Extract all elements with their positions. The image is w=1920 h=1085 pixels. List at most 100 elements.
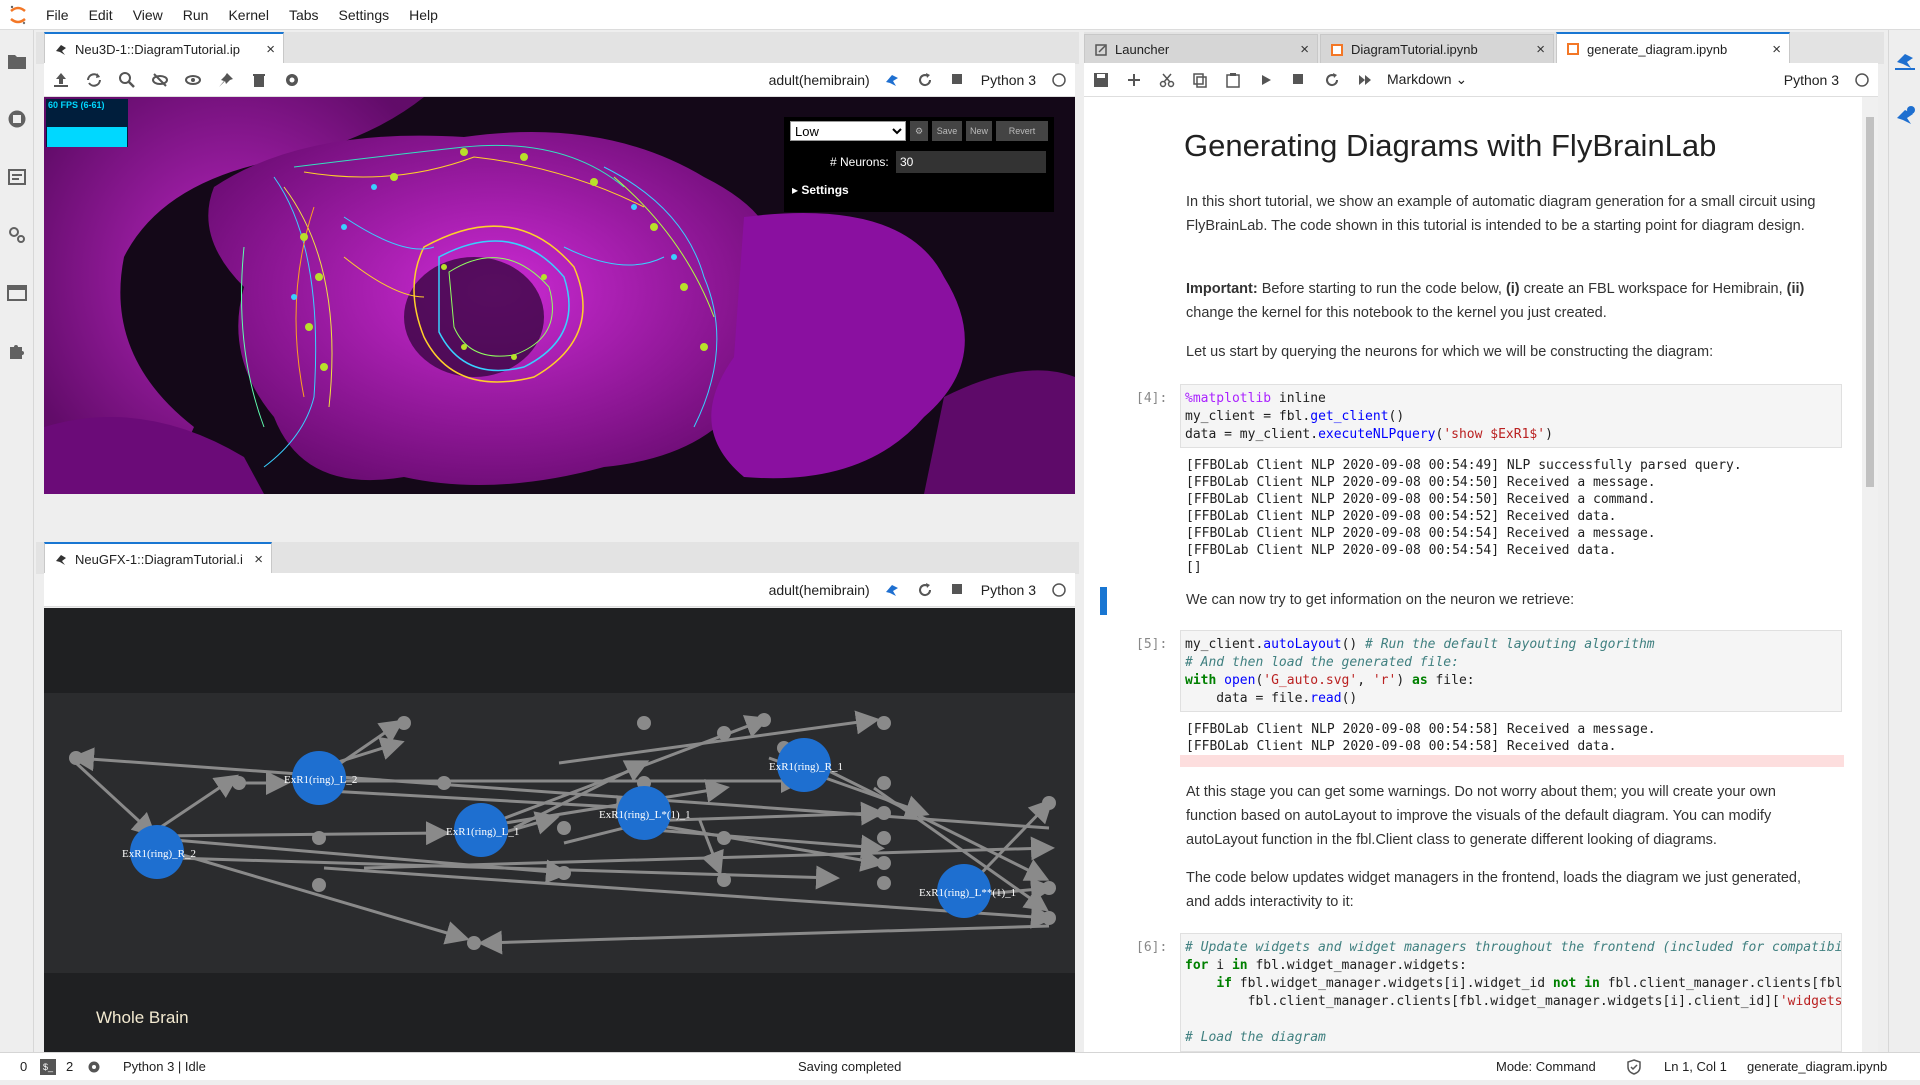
- revert-button[interactable]: Revert: [996, 121, 1048, 141]
- settings-label: Settings: [801, 183, 849, 197]
- important-text: Before starting to run the code below,: [1257, 281, 1506, 297]
- fast-forward-icon[interactable]: [1348, 63, 1381, 97]
- menu-help[interactable]: Help: [399, 0, 448, 30]
- close-icon[interactable]: ×: [1536, 41, 1545, 58]
- node-label[interactable]: ExR1(ring)_L_1: [446, 826, 519, 838]
- update-paragraph: The code below updates widget managers i…: [1186, 870, 1802, 910]
- file-name: generate_diagram.ipynb: [1747, 1059, 1888, 1074]
- code-cell[interactable]: %matplotlib inline my_client = fbl.get_c…: [1180, 384, 1842, 448]
- menu-edit[interactable]: Edit: [79, 0, 123, 30]
- tab-launcher[interactable]: Launcher ×: [1084, 34, 1318, 64]
- fps-monitor: 60 FPS (6-61): [46, 99, 128, 147]
- node-label[interactable]: ExR1(ring)_R_2: [122, 848, 196, 860]
- code-cell[interactable]: # Update widgets and widget managers thr…: [1180, 933, 1842, 1052]
- show-icon[interactable]: [176, 63, 209, 97]
- menu-file[interactable]: File: [36, 0, 79, 30]
- refresh-icon[interactable]: [77, 63, 110, 97]
- node-label[interactable]: ExR1(ring)_L**(1)_1: [919, 887, 1016, 899]
- upload-icon[interactable]: [44, 63, 77, 97]
- status-bar: 0 $_ 2 Python 3 | Idle Saving completed …: [0, 1052, 1920, 1080]
- lod-select[interactable]: Low: [790, 121, 906, 141]
- kernel-status-text[interactable]: Python 3 | Idle: [123, 1053, 206, 1081]
- fbl-fly-icon[interactable]: [876, 63, 909, 97]
- tab-neugfx[interactable]: NeuGFX-1::DiagramTutorial.i ×: [44, 542, 272, 574]
- node-label[interactable]: ExR1(ring)_R_1: [769, 761, 843, 773]
- gear-icon[interactable]: ⚙: [910, 121, 928, 141]
- tab-generate-diagram[interactable]: generate_diagram.ipynb ×: [1556, 32, 1790, 64]
- tabs-icon[interactable]: [6, 282, 28, 304]
- cell-output: [FFBOLab Client NLP 2020-09-08 00:54:58]…: [1186, 722, 1656, 754]
- save-icon[interactable]: [1084, 63, 1117, 97]
- neurons-value[interactable]: 30: [896, 151, 1046, 173]
- menu-view[interactable]: View: [123, 0, 173, 30]
- restart-icon[interactable]: [909, 573, 942, 607]
- fbl-info-icon[interactable]: [1893, 104, 1917, 131]
- restart-icon[interactable]: [1315, 63, 1348, 97]
- menu-settings[interactable]: Settings: [329, 0, 400, 30]
- property-inspector-icon[interactable]: [6, 224, 28, 246]
- save-button[interactable]: Save: [932, 121, 962, 141]
- menu-kernel[interactable]: Kernel: [218, 0, 278, 30]
- scrollbar[interactable]: [1862, 97, 1878, 1052]
- shield-icon[interactable]: [1626, 1053, 1642, 1081]
- running-icon[interactable]: [6, 108, 28, 130]
- terminal-icon[interactable]: $_: [40, 1059, 56, 1075]
- stop-icon[interactable]: [942, 63, 975, 97]
- neu3d-viewport[interactable]: 60 FPS (6-61) Low ⚙ Save New Revert # Ne…: [44, 97, 1075, 494]
- neugfx-tabbar: NeuGFX-1::DiagramTutorial.i ×: [36, 542, 1079, 574]
- pin-icon[interactable]: [209, 63, 242, 97]
- stop-icon[interactable]: [942, 573, 975, 607]
- circuit-diagram[interactable]: ExR1(ring)_L_2 ExR1(ring)_R_2 ExR1(ring)…: [44, 608, 1075, 1052]
- extension-icon[interactable]: [6, 340, 28, 362]
- neurons-label: # Neurons:: [830, 155, 889, 169]
- chevron-down-icon: ⌄: [1455, 71, 1468, 87]
- menu-run[interactable]: Run: [173, 0, 219, 30]
- paste-icon[interactable]: [1216, 63, 1249, 97]
- restart-icon[interactable]: [909, 63, 942, 97]
- tab-label: generate_diagram.ipynb: [1587, 41, 1728, 57]
- code-cell[interactable]: my_client.autoLayout() # Run the default…: [1180, 630, 1842, 712]
- add-cell-icon[interactable]: [1117, 63, 1150, 97]
- cursor-position[interactable]: Ln 1, Col 1: [1664, 1053, 1727, 1081]
- terminal-count[interactable]: 0: [20, 1053, 27, 1081]
- hide-icon[interactable]: [143, 63, 176, 97]
- copy-icon[interactable]: [1183, 63, 1216, 97]
- fbl-fly-icon: [53, 41, 69, 57]
- close-icon[interactable]: ×: [1772, 41, 1781, 58]
- trash-icon[interactable]: [242, 63, 275, 97]
- commands-icon[interactable]: [6, 166, 28, 188]
- mode-indicator[interactable]: Mode: Command: [1496, 1053, 1596, 1081]
- stop-icon[interactable]: [1282, 63, 1315, 97]
- fbl-fly-icon[interactable]: [1893, 48, 1917, 75]
- settings-gear-icon[interactable]: [275, 63, 308, 97]
- zoom-icon[interactable]: [110, 63, 143, 97]
- settings-toggle[interactable]: ▸ Settings: [792, 183, 849, 197]
- neugfx-viewport[interactable]: ExR1(ring)_L_2 ExR1(ring)_R_2 ExR1(ring)…: [44, 608, 1075, 1052]
- menu-tabs[interactable]: Tabs: [279, 0, 329, 30]
- left-sidebar: [0, 30, 34, 1052]
- close-icon[interactable]: ×: [1300, 41, 1309, 58]
- close-icon[interactable]: ×: [266, 41, 275, 58]
- node-label[interactable]: ExR1(ring)_L*(1)_1: [599, 809, 691, 821]
- fbl-fly-icon[interactable]: [876, 573, 909, 607]
- kernel-name[interactable]: Python 3: [975, 72, 1042, 88]
- node-label[interactable]: ExR1(ring)_L_2: [284, 774, 357, 786]
- folder-icon[interactable]: [6, 50, 28, 72]
- fbl-fly-icon: [53, 551, 69, 567]
- tab-neu3d[interactable]: Neu3D-1::DiagramTutorial.ip ×: [44, 32, 284, 64]
- kernel-gear-icon[interactable]: [86, 1053, 102, 1081]
- tab-diagramtutorial[interactable]: DiagramTutorial.ipynb ×: [1320, 34, 1554, 64]
- cut-icon[interactable]: [1150, 63, 1183, 97]
- kernel-status: adult(hemibrain): [768, 71, 870, 88]
- jupyter-logo-icon[interactable]: [0, 0, 36, 30]
- new-button[interactable]: New: [966, 121, 992, 141]
- kernel-name[interactable]: Python 3: [975, 582, 1042, 598]
- close-icon[interactable]: ×: [254, 551, 263, 568]
- cell-prompt: [5]:: [1136, 637, 1168, 652]
- cell-type-select[interactable]: Markdown ⌄: [1381, 71, 1473, 88]
- tab-label: DiagramTutorial.ipynb: [1351, 42, 1478, 57]
- kernel-name[interactable]: Python 3: [1778, 72, 1845, 88]
- kernel-count[interactable]: 2: [66, 1053, 73, 1081]
- run-icon[interactable]: [1249, 63, 1282, 97]
- region-label: Whole Brain: [96, 1008, 189, 1027]
